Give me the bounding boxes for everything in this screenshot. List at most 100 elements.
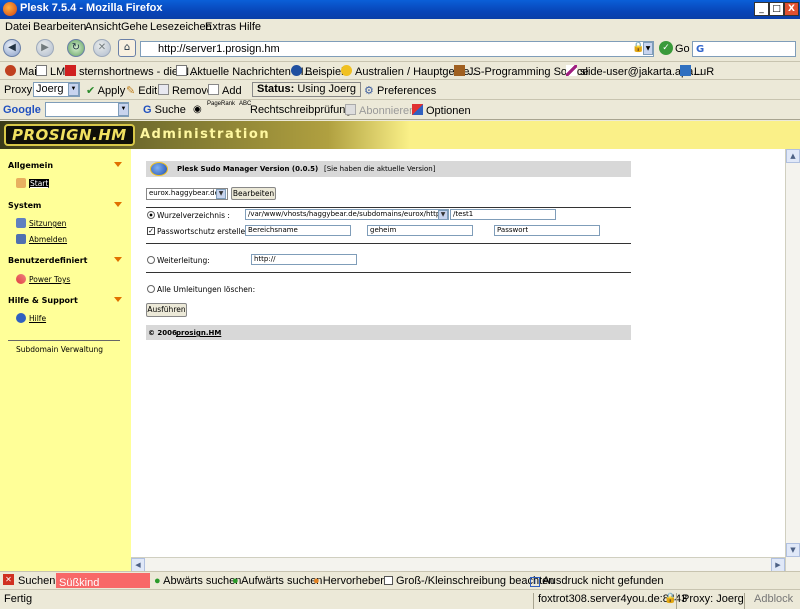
- bookmark-lm[interactable]: LM: [36, 65, 65, 78]
- user-value: geheim: [370, 226, 397, 234]
- menu-gehe[interactable]: Gehe: [121, 21, 148, 33]
- password-checkbox[interactable]: ✓: [147, 227, 155, 235]
- root-path-dropdown-icon[interactable]: ▼: [438, 210, 448, 220]
- vertical-scrollbar[interactable]: ▲ ▼: [785, 149, 800, 571]
- collapse-icon[interactable]: [114, 202, 122, 207]
- apply-button[interactable]: ✔ Apply: [86, 84, 125, 97]
- back-icon[interactable]: ◀: [3, 39, 21, 57]
- google-logo[interactable]: Google: [3, 104, 41, 116]
- sessions-icon: [16, 218, 26, 228]
- logout-icon: [16, 234, 26, 244]
- google-search-label: Suche: [154, 104, 186, 116]
- bookmark-lur[interactable]: LuR: [680, 65, 714, 78]
- menu-extras[interactable]: Extras: [205, 21, 236, 33]
- proxy-dropdown-icon[interactable]: ▼: [68, 83, 79, 96]
- sidebar-item-power-toys[interactable]: Power Toys: [29, 275, 70, 284]
- menu-bearbeiten[interactable]: Bearbeiten: [33, 21, 86, 33]
- sidebar-section-system[interactable]: System: [8, 201, 41, 210]
- domain-select-value: eurox.haggybear.de: [149, 189, 219, 197]
- sidebar-item-hilfe[interactable]: Hilfe: [29, 314, 46, 323]
- bearbeiten-button[interactable]: Bearbeiten: [231, 187, 276, 200]
- minimize-button[interactable]: _: [754, 2, 769, 16]
- add-button[interactable]: Add: [208, 84, 242, 97]
- menu-ansicht[interactable]: Ansicht: [85, 21, 121, 33]
- add-icon: [208, 84, 219, 95]
- edit-button[interactable]: ✎ Edit: [126, 84, 157, 97]
- sidebar-item-sitzungen[interactable]: Sitzungen: [29, 219, 66, 228]
- lock-icon: 🔒: [664, 593, 677, 604]
- root-sub-input[interactable]: /test1: [450, 209, 556, 220]
- home-icon[interactable]: ⌂: [118, 39, 136, 57]
- find-next-button[interactable]: ● Abwärts suchen: [154, 575, 241, 587]
- url-input[interactable]: http://server1.prosign.hm: [140, 41, 654, 57]
- domain-dropdown-icon[interactable]: ▼: [216, 189, 226, 199]
- go-icon[interactable]: ✓: [659, 41, 673, 55]
- scroll-down-icon[interactable]: ▼: [786, 543, 800, 557]
- find-input[interactable]: Süßkind: [56, 573, 150, 589]
- google-search-input[interactable]: [45, 102, 129, 117]
- find-previous-button[interactable]: ● Aufwärts suchen: [232, 575, 322, 587]
- google-dropdown-icon[interactable]: ▼: [118, 103, 129, 116]
- status-text: Fertig: [4, 593, 33, 605]
- spellcheck-button[interactable]: Rechtschreibprüfung: [250, 104, 352, 116]
- clear-redirects-radio[interactable]: [147, 285, 155, 293]
- url-dropdown-icon[interactable]: ▼: [643, 42, 653, 55]
- go-button[interactable]: Go: [675, 43, 690, 55]
- footer-link[interactable]: prosign.HM: [176, 329, 221, 337]
- menu-datei[interactable]: Datei: [5, 21, 31, 33]
- sidebar-section-hilfe-support[interactable]: Hilfe & Support: [8, 296, 78, 305]
- remove-button[interactable]: Remove: [158, 84, 213, 97]
- collapse-icon[interactable]: [114, 257, 122, 262]
- w-icon: [291, 65, 302, 76]
- rss-icon: [345, 104, 356, 115]
- sidebar-divider: [8, 340, 120, 341]
- user-input[interactable]: geheim: [367, 225, 473, 236]
- scroll-right-icon[interactable]: ▶: [771, 558, 785, 572]
- start-icon: [16, 178, 26, 188]
- stop-icon[interactable]: ✕: [93, 39, 111, 57]
- panel-header: Plesk Sudo Manager Version (0.0.5) [Sie …: [146, 161, 631, 177]
- root-path-select[interactable]: /var/www/vhosts/haggybear.de/subdomains/…: [245, 209, 449, 220]
- menu-lesezeichen[interactable]: Lesezeichen: [150, 21, 212, 33]
- close-button[interactable]: X: [784, 2, 799, 16]
- highlight-button[interactable]: ● Hervorheben: [313, 575, 386, 587]
- sidebar-section-allgemein[interactable]: Allgemein: [8, 161, 53, 170]
- sidebar-item-start[interactable]: Start: [29, 179, 50, 188]
- redirect-radio[interactable]: [147, 256, 155, 264]
- status-adblock[interactable]: Adblock: [754, 593, 793, 605]
- collapse-icon[interactable]: [114, 162, 122, 167]
- status-bar: Fertig foxtrot308.server4you.de:8443 🔒 P…: [0, 589, 800, 609]
- bookmark-mail[interactable]: Mail: [5, 65, 39, 78]
- subscribe-label: Abonnieren: [359, 105, 416, 117]
- google-toolbar: Google ▼ G Suche ◉ PageRank ABC Rechtsch…: [0, 100, 800, 120]
- match-case-checkbox[interactable]: [384, 576, 393, 585]
- google-search-button[interactable]: G Suche: [143, 104, 186, 116]
- password-input[interactable]: Passwort: [494, 225, 600, 236]
- checkmark-icon: ✔: [86, 85, 96, 97]
- menu-hilfe[interactable]: Hilfe: [239, 21, 261, 33]
- pagerank-icon: ◉: [193, 104, 202, 115]
- scroll-up-icon[interactable]: ▲: [786, 149, 800, 163]
- options-button[interactable]: Optionen: [412, 104, 471, 117]
- find-status-message: Ausdruck nicht gefunden: [542, 575, 664, 587]
- status-proxy[interactable]: Proxy: Joerg: [682, 593, 744, 605]
- redirect-input[interactable]: http://: [251, 254, 357, 265]
- sidebar-section-benutzerdefiniert[interactable]: Benutzerdefiniert: [8, 256, 87, 265]
- forward-icon[interactable]: ▶: [36, 39, 54, 57]
- separator: [146, 243, 631, 244]
- preferences-button[interactable]: ⚙ Preferences: [364, 84, 436, 97]
- clear-redirects-label: Alle Umleitungen löschen:: [157, 285, 256, 294]
- maximize-button[interactable]: □: [769, 2, 784, 16]
- ausfuehren-button[interactable]: Ausführen: [146, 303, 187, 317]
- search-input[interactable]: G: [692, 41, 796, 57]
- root-radio[interactable]: [147, 211, 155, 219]
- close-find-icon[interactable]: ✕: [3, 574, 14, 585]
- reload-icon[interactable]: ↻: [67, 39, 85, 57]
- scroll-left-icon[interactable]: ◀: [131, 558, 145, 572]
- realm-input[interactable]: Bereichsname: [245, 225, 351, 236]
- sidebar-item-abmelden[interactable]: Abmelden: [29, 235, 67, 244]
- subscribe-button[interactable]: Abonnieren: [345, 104, 415, 117]
- power-toys-icon: [16, 274, 26, 284]
- collapse-icon[interactable]: [114, 297, 122, 302]
- horizontal-scrollbar[interactable]: ◀ ▶: [131, 557, 785, 572]
